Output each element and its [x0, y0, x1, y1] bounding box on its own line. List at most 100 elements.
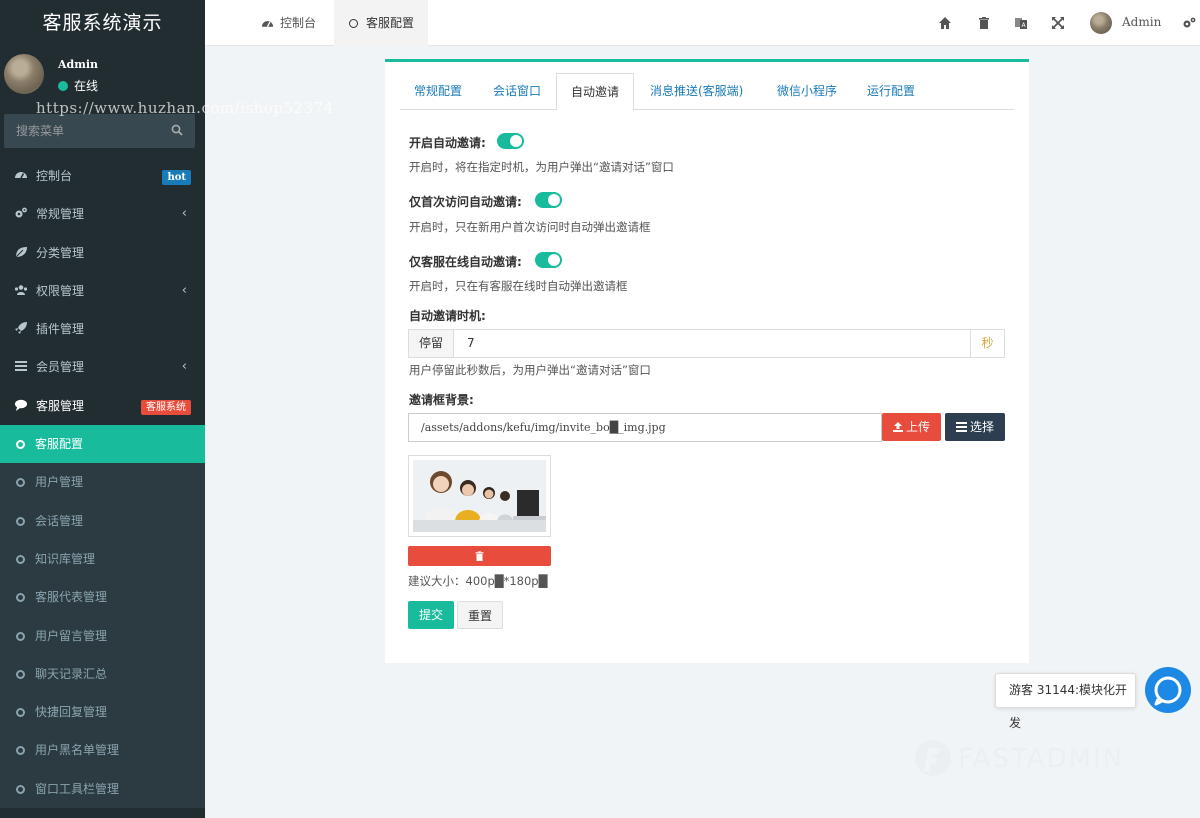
sidebar-item-users[interactable]: 用户管理 [0, 463, 205, 502]
sidebar-item-label: 客服配置 [35, 437, 84, 452]
sidebar-item-category[interactable]: 分类管理 [0, 234, 205, 272]
timing-input[interactable]: 7 [467, 330, 475, 357]
sidebar-item-messages[interactable]: 用户留言管理 [0, 616, 205, 655]
header-username[interactable]: Admin [1122, 15, 1161, 29]
chevron-left-icon: ‹ [181, 282, 187, 298]
group-icon [14, 285, 28, 295]
sidebar-item-label: 窗口工具栏管理 [35, 781, 120, 796]
list-icon [955, 422, 967, 432]
sidebar-item-label: 知识库管理 [35, 551, 96, 566]
sidebar-item-label: 分类管理 [36, 245, 85, 260]
tab-kefu-config[interactable]: 客服配置 [334, 0, 429, 46]
tab-wechat[interactable]: 微信小程序 [763, 73, 851, 110]
online-only-label: 仅客服在线自动邀请: [409, 255, 522, 269]
tab-general[interactable]: 常规配置 [400, 73, 476, 110]
background-thumbnail[interactable] [408, 455, 551, 537]
first-visit-help: 开启时，只在新用户首次访问时自动弹出邀请框 [409, 220, 651, 234]
avatar [4, 54, 44, 94]
timing-label: 自动邀请时机: [409, 309, 486, 323]
thumbnail-image [413, 460, 546, 532]
trash-icon [475, 551, 484, 561]
fullscreen-icon[interactable] [1051, 16, 1065, 30]
search-box [4, 114, 195, 148]
upload-icon [892, 422, 903, 432]
upload-label: 上传 [905, 420, 930, 434]
circle-icon [16, 784, 25, 794]
tab-session-window[interactable]: 会话窗口 [479, 73, 555, 110]
config-tabs: 常规配置 会话窗口 自动邀请 消息推送(客服端) 微信小程序 运行配置 [400, 73, 1014, 111]
sidebar-item-plugin[interactable]: 插件管理 [0, 310, 205, 348]
sidebar-item-label: 会话管理 [35, 513, 84, 528]
upload-button[interactable]: 上传 [882, 413, 941, 441]
circle-icon [16, 593, 25, 603]
first-visit-toggle[interactable] [535, 192, 562, 208]
header-avatar[interactable] [1090, 12, 1112, 34]
choose-button[interactable]: 选择 [945, 413, 1005, 441]
timing-prefix: 停留 [409, 330, 454, 357]
timing-input-group: 停留 7 秒 [408, 329, 1005, 358]
sidebar-item-knowledge[interactable]: 知识库管理 [0, 539, 205, 579]
sidebar-item-chat-records[interactable]: 聊天记录汇总 [0, 654, 205, 694]
search-icon[interactable] [171, 124, 183, 136]
top-header: 控制台 客服配置 A Admin [205, 0, 1200, 46]
sidebar-item-permission[interactable]: 权限管理 ‹ [0, 272, 205, 310]
sidebar-item-label: 控制台 [36, 169, 73, 183]
tab-dashboard[interactable]: 控制台 [247, 0, 330, 46]
user-name: Admin [58, 58, 99, 71]
online-only-toggle[interactable] [535, 252, 562, 268]
sidebar-item-blacklist[interactable]: 用户黑名单管理 [0, 731, 205, 770]
chat-bubble-icon [1154, 676, 1182, 706]
delete-image-button[interactable] [408, 546, 551, 566]
search-input[interactable] [4, 114, 164, 148]
list-icon [15, 361, 27, 372]
sidebar-item-label: 会员管理 [36, 360, 85, 375]
svg-text:FASTADMIN: FASTADMIN [958, 744, 1124, 774]
timing-help: 用户停留此秒数后，为用户弹出“邀请对话”窗口 [409, 363, 651, 377]
submit-button[interactable]: 提交 [408, 601, 454, 629]
chevron-left-icon: ‹ [181, 206, 187, 222]
watermark-text: https://www.huzhan.com/ishop52374 [36, 99, 334, 117]
user-panel: Admin 在线 [0, 46, 205, 102]
reset-button[interactable]: 重置 [457, 601, 503, 629]
trash-icon[interactable] [977, 16, 991, 30]
sidebar-item-label: 客服管理 [36, 398, 85, 413]
sidebar-item-general[interactable]: 常规管理 ‹ [0, 195, 205, 233]
dashboard-icon [15, 172, 27, 179]
fastadmin-logo: FASTADMIN [915, 740, 1124, 776]
tab-runtime[interactable]: 运行配置 [853, 73, 929, 110]
sidebar-item-toolbar[interactable]: 窗口工具栏管理 [0, 769, 205, 809]
kefu-badge: 客服系统 [141, 399, 191, 415]
sidebar-item-label: 聊天记录汇总 [35, 666, 108, 681]
app-brand[interactable]: 客服系统演示 [0, 0, 205, 46]
sidebar-item-kefu[interactable]: 客服管理 客服系统 [0, 387, 205, 425]
user-status: 在线 [58, 77, 98, 94]
circle-icon [16, 669, 25, 679]
comment-icon [15, 399, 27, 411]
sidebar-item-kefu-config[interactable]: 客服配置 [0, 425, 205, 464]
hot-badge: hot [162, 170, 191, 185]
chat-tooltip[interactable]: 游客 31144:模块化开发 [995, 673, 1136, 730]
online-dot-icon [58, 81, 68, 91]
tab-push[interactable]: 消息推送(客服端) [636, 73, 757, 110]
auto-invite-help: 开启时，将在指定时机，为用户弹出“邀请对话”窗口 [409, 160, 674, 174]
settings-icon[interactable] [1182, 16, 1196, 30]
sidebar-item-member[interactable]: 会员管理 ‹ [0, 348, 205, 386]
auto-invite-label: 开启自动邀请: [409, 136, 486, 150]
sidebar-item-label: 常规管理 [36, 207, 85, 222]
chat-button[interactable] [1145, 667, 1191, 713]
language-icon[interactable]: A [1014, 16, 1028, 30]
sidebar-item-dashboard[interactable]: 控制台 hot [0, 157, 205, 195]
sidebar-item-agents[interactable]: 客服代表管理 [0, 578, 205, 617]
tab-auto-invite[interactable]: 自动邀请 [556, 73, 635, 111]
home-icon[interactable] [938, 16, 952, 30]
sidebar: 客服系统演示 Admin 在线 https://www.huzhan.com/i… [0, 0, 333, 818]
sidebar-item-sessions[interactable]: 会话管理 [0, 501, 205, 540]
config-panel: 常规配置 会话窗口 自动邀请 消息推送(客服端) 微信小程序 运行配置 开启自动… [385, 59, 1029, 663]
sidebar-item-quick-reply[interactable]: 快捷回复管理 [0, 693, 205, 732]
sidebar-item-label: 用户黑名单管理 [35, 743, 120, 758]
rocket-icon [15, 322, 27, 335]
timing-suffix: 秒 [970, 330, 1004, 357]
background-path-input[interactable]: /assets/addons/kefu/img/invite_bo█_img.j… [408, 413, 882, 442]
leaf-icon [15, 246, 27, 257]
auto-invite-toggle[interactable] [497, 133, 524, 149]
